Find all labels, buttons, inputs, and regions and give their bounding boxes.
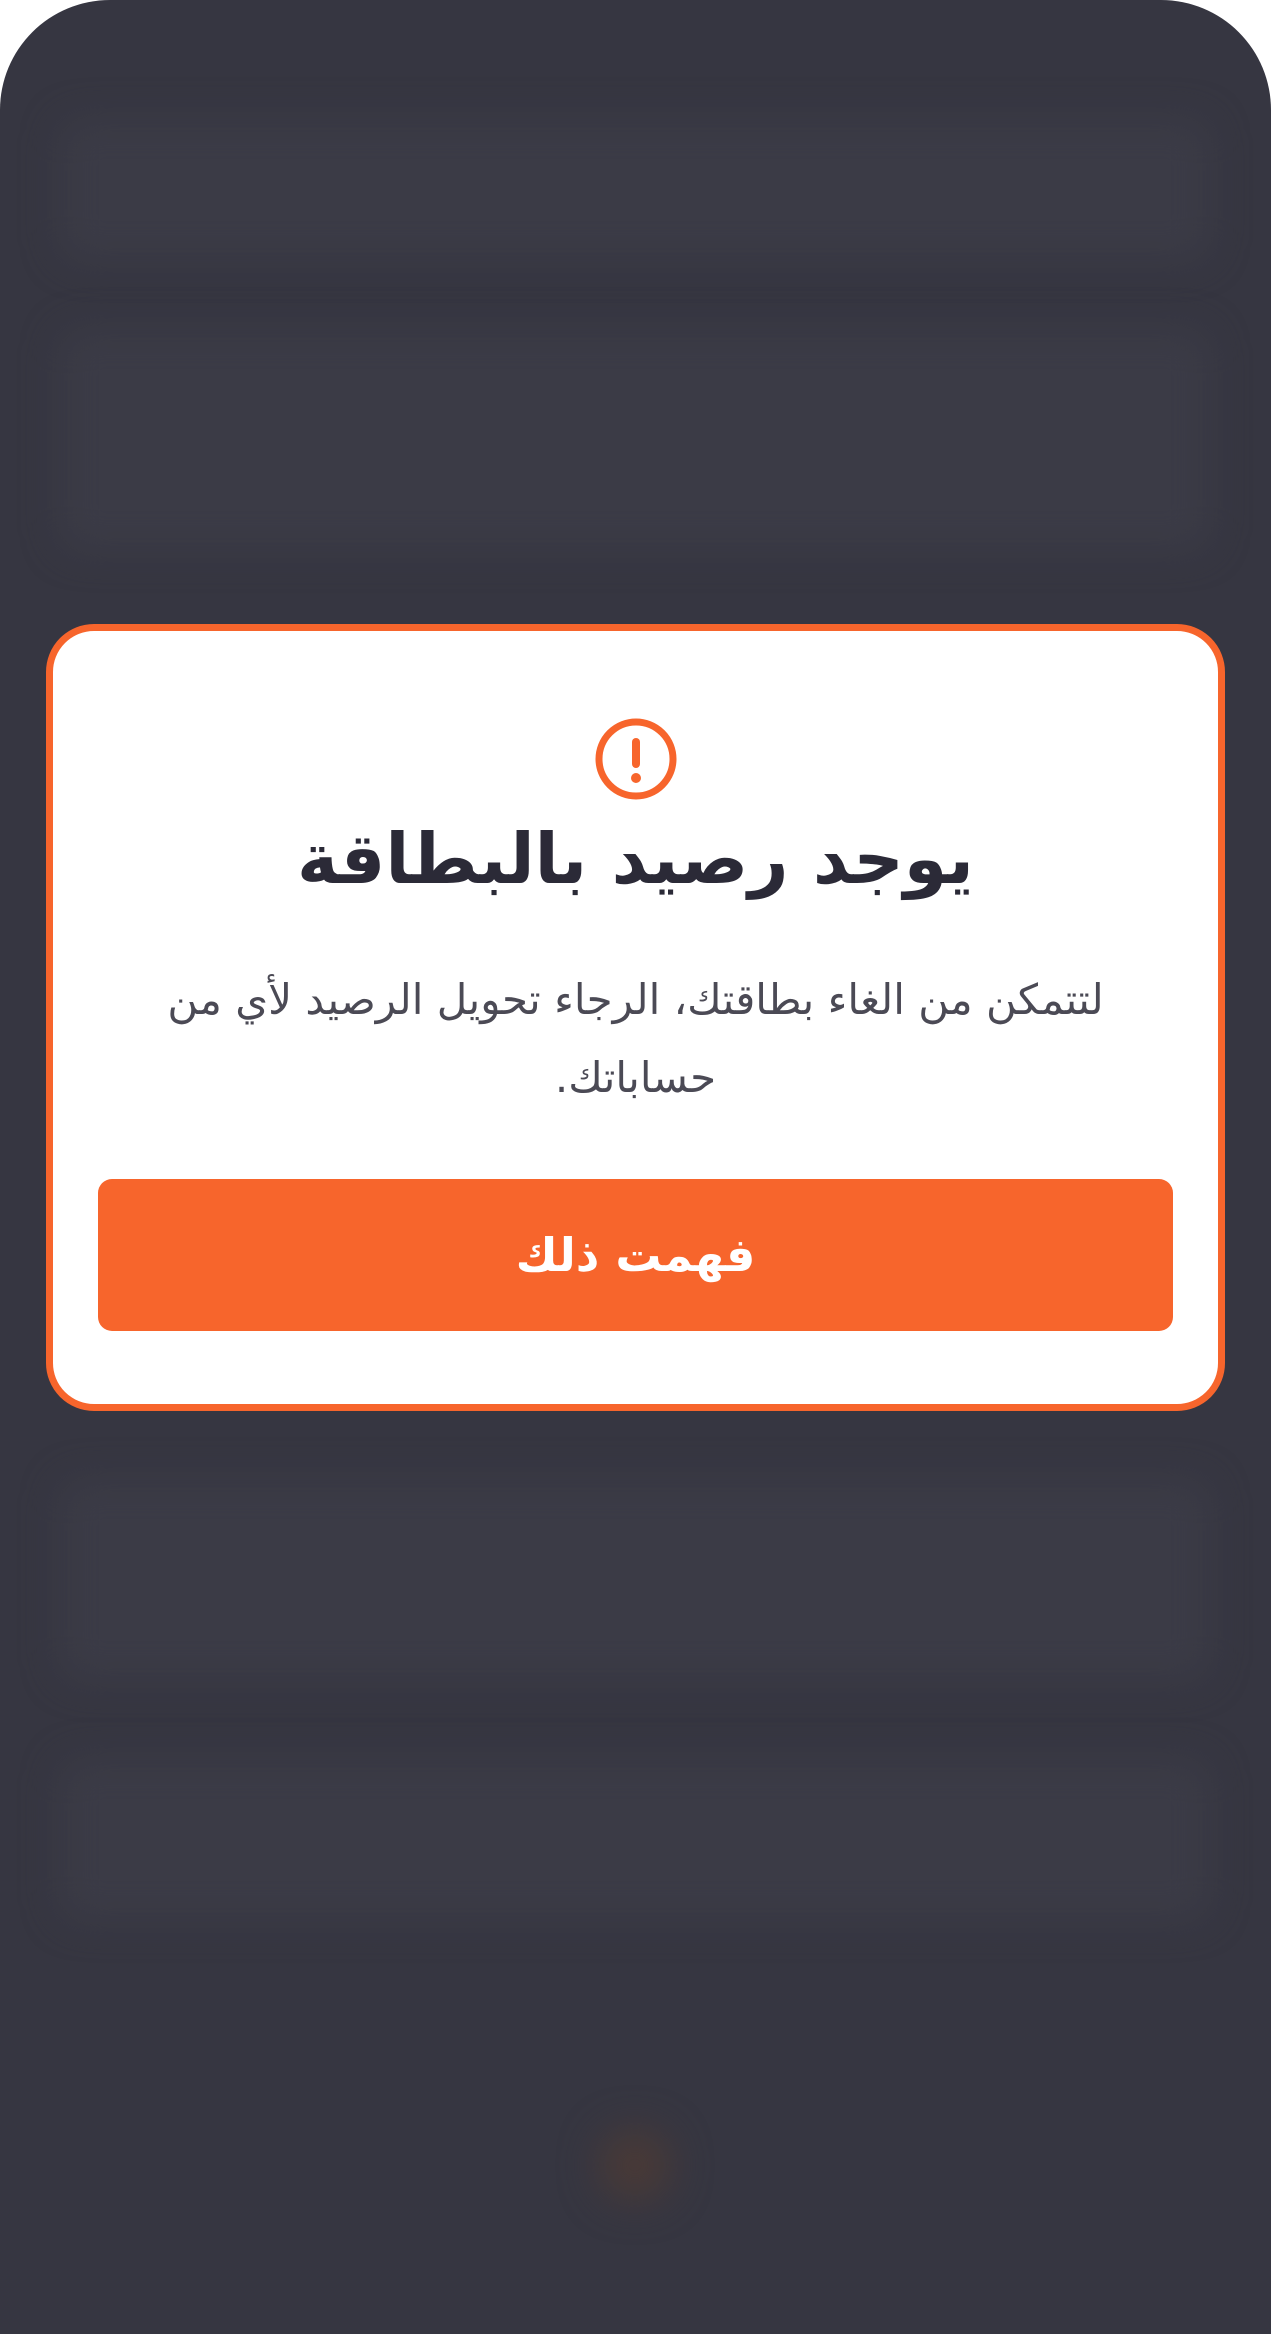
- dialog-title: يوجد رصيد بالبطاقة: [297, 818, 974, 900]
- dialog-message: لتتمكن من الغاء بطاقتك، الرجاء تحويل الر…: [167, 975, 1104, 1102]
- dimmed-backdrop: يوجد رصيد بالبطاقة لتتمكن من الغاء بطاقت…: [0, 0, 1271, 2334]
- blurred-list-item: [60, 1760, 1210, 1920]
- blurred-card: [60, 330, 1210, 550]
- blurred-header: [60, 120, 1210, 260]
- blurred-nav-icon: [600, 2130, 670, 2200]
- alert-circle-icon: [595, 718, 676, 800]
- got-it-button[interactable]: فهمت ذلك: [98, 1179, 1173, 1331]
- blurred-list-item: [60, 1480, 1210, 1680]
- alert-dialog: يوجد رصيد بالبطاقة لتتمكن من الغاء بطاقت…: [46, 624, 1225, 1411]
